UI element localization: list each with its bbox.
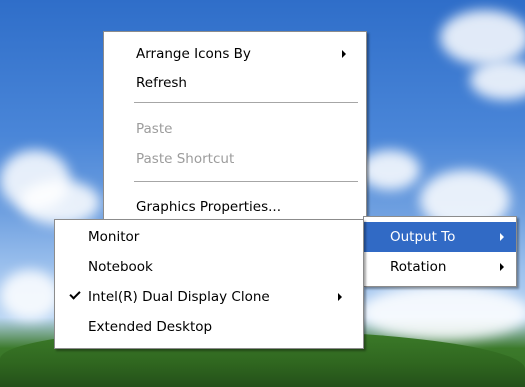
menu-item-label: Extended Desktop <box>88 319 213 335</box>
graphics-submenu: Output To Rotation <box>363 216 517 287</box>
menu-item-arrange-icons-by[interactable]: Arrange Icons By <box>104 39 366 69</box>
menu-item-monitor[interactable]: Monitor <box>55 222 363 252</box>
submenu-arrow-icon <box>342 50 346 58</box>
menu-item-label: Refresh <box>136 75 187 91</box>
desktop-context-menu: Arrange Icons By Refresh Paste Paste Sho… <box>103 31 367 224</box>
submenu-arrow-icon <box>500 233 504 241</box>
menu-item-label: Paste <box>136 121 173 137</box>
menu-item-paste-shortcut[interactable]: Paste Shortcut <box>104 144 366 174</box>
menu-item-label: Monitor <box>88 229 140 245</box>
submenu-arrow-icon <box>338 293 342 301</box>
menu-item-label: Paste Shortcut <box>136 151 235 167</box>
menu-item-rotation[interactable]: Rotation <box>364 252 516 282</box>
menu-item-intel-dual-display-clone[interactable]: Intel(R) Dual Display Clone <box>55 282 363 312</box>
menu-item-label: Graphics Properties... <box>136 199 282 215</box>
menu-separator <box>134 181 358 183</box>
menu-item-label: Rotation <box>390 259 447 275</box>
menu-item-label: Notebook <box>88 259 153 275</box>
submenu-arrow-icon <box>500 263 504 271</box>
checkmark-icon <box>69 288 81 300</box>
menu-item-graphics-properties[interactable]: Graphics Properties... <box>104 192 366 222</box>
menu-item-output-to[interactable]: Output To <box>364 222 516 252</box>
menu-item-refresh[interactable]: Refresh <box>104 68 366 98</box>
menu-item-paste[interactable]: Paste <box>104 114 366 144</box>
menu-item-notebook[interactable]: Notebook <box>55 252 363 282</box>
output-submenu: Monitor Notebook Intel(R) Dual Display C… <box>54 219 364 349</box>
menu-item-label: Arrange Icons By <box>136 46 251 62</box>
menu-separator <box>134 102 358 104</box>
menu-item-label: Intel(R) Dual Display Clone <box>88 289 270 305</box>
menu-item-extended-desktop[interactable]: Extended Desktop <box>55 312 363 342</box>
menu-item-label: Output To <box>390 229 456 245</box>
